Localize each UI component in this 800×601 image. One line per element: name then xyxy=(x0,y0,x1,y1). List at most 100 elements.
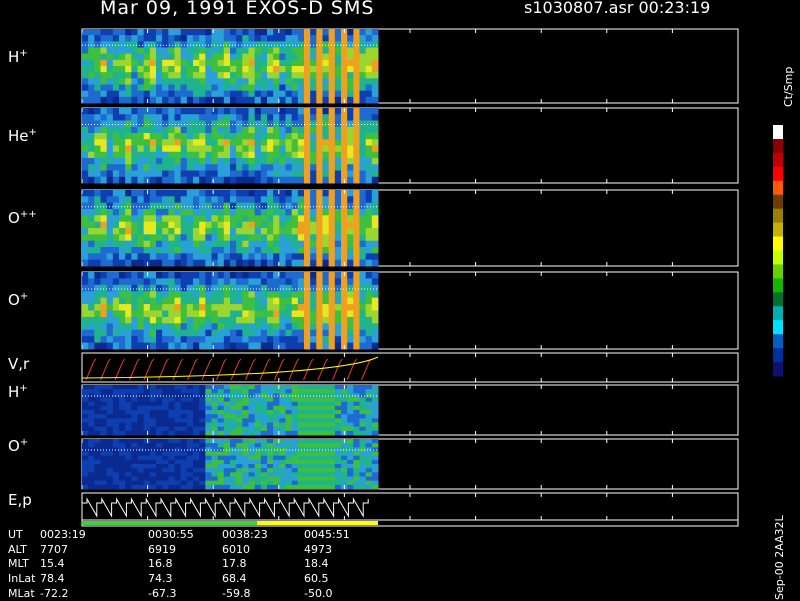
heat-cell xyxy=(310,397,317,403)
heat-cell xyxy=(353,476,360,482)
heat-cell xyxy=(168,120,175,128)
heat-cell xyxy=(248,430,256,436)
heat-cell xyxy=(322,247,330,254)
heat-cell xyxy=(217,221,225,229)
heat-cell xyxy=(371,176,379,184)
heat-cell xyxy=(322,426,330,432)
heat-cell xyxy=(236,480,243,486)
heat-cell xyxy=(248,35,256,42)
heat-cell xyxy=(260,393,268,398)
heat-cell xyxy=(334,196,342,204)
heat-cell xyxy=(168,41,175,48)
heat-cell xyxy=(82,451,89,457)
heat-cell xyxy=(254,310,262,318)
heat-cell xyxy=(341,472,348,477)
heat-cell xyxy=(267,410,274,415)
heat-cell xyxy=(211,397,219,403)
heat-cell xyxy=(365,405,373,411)
heat-cell xyxy=(304,84,311,92)
heat-cell xyxy=(285,53,293,61)
heat-cell xyxy=(359,145,367,153)
heat-cell xyxy=(217,418,225,423)
heat-cell xyxy=(310,53,317,61)
colorbar-swatch xyxy=(773,138,783,154)
heat-cell xyxy=(100,240,108,248)
heat-cell xyxy=(310,310,317,318)
heat-cell xyxy=(347,47,354,55)
heat-cell xyxy=(193,480,200,486)
heat-cell xyxy=(119,304,126,311)
heat-cell xyxy=(297,405,305,411)
heat-cell xyxy=(149,151,157,159)
heat-cell xyxy=(88,426,95,432)
heat-cell xyxy=(106,291,114,299)
heat-cell xyxy=(291,439,299,444)
heat-cell xyxy=(279,234,286,242)
heat-cell xyxy=(180,304,188,311)
heat-cell xyxy=(260,476,268,482)
time-table-cell: 0030:55 xyxy=(148,528,194,541)
heat-cell xyxy=(186,47,194,55)
heat-cell xyxy=(347,72,354,79)
heat-cell xyxy=(322,253,330,261)
heat-cell xyxy=(297,247,305,254)
heat-cell xyxy=(125,190,132,197)
heat-cell xyxy=(168,304,175,311)
heat-cell xyxy=(168,316,175,324)
heat-cell xyxy=(211,84,219,92)
heat-cell xyxy=(254,41,262,48)
heat-cell xyxy=(125,468,132,473)
heat-cell xyxy=(254,29,262,36)
heat-cell xyxy=(149,259,157,267)
heat-cell xyxy=(180,451,188,457)
heat-cell xyxy=(94,221,101,229)
heat-cell xyxy=(149,468,157,473)
heat-cell xyxy=(273,66,280,73)
heat-cell xyxy=(162,29,169,36)
heat-cell xyxy=(254,393,262,398)
heat-cell xyxy=(334,114,342,121)
heat-cell xyxy=(112,484,120,490)
heat-cell xyxy=(353,209,360,216)
heat-cell xyxy=(359,480,367,486)
heat-cell xyxy=(273,120,280,128)
heat-cell xyxy=(137,472,145,477)
heat-cell xyxy=(88,439,95,444)
heat-cell xyxy=(106,342,114,350)
heat-cell xyxy=(156,385,163,390)
heat-cell xyxy=(131,59,138,67)
heat-cell xyxy=(254,196,262,204)
heat-cell xyxy=(106,35,114,42)
heat-cell xyxy=(180,329,188,337)
heat-cell xyxy=(297,401,305,407)
heat-cell xyxy=(106,247,114,254)
heat-cell xyxy=(125,41,132,48)
heat-cell xyxy=(297,41,305,48)
heat-cell xyxy=(260,451,268,457)
heat-cell xyxy=(310,164,317,171)
heat-cell xyxy=(205,342,212,350)
heat-cell xyxy=(82,209,89,216)
heat-cell xyxy=(223,304,231,311)
heat-cell xyxy=(143,221,151,229)
heat-cell xyxy=(316,120,323,128)
heat-cell xyxy=(180,389,188,394)
heat-cell xyxy=(304,468,311,473)
heat-cell xyxy=(279,228,286,235)
heat-cell xyxy=(328,484,336,490)
heat-cell xyxy=(143,209,151,216)
heat-cell xyxy=(341,464,348,469)
heat-cell xyxy=(267,329,274,337)
heat-cell xyxy=(143,316,151,324)
heat-cell xyxy=(137,145,145,153)
heat-cell xyxy=(297,120,305,128)
heat-cell xyxy=(371,151,379,159)
heat-cell xyxy=(353,342,360,350)
heat-cell xyxy=(316,215,323,223)
heat-cell xyxy=(143,126,151,134)
heat-cell xyxy=(112,145,120,153)
heat-cell xyxy=(353,108,360,115)
heat-cell xyxy=(322,459,330,465)
heat-cell xyxy=(316,133,323,140)
heat-cell xyxy=(273,329,280,337)
